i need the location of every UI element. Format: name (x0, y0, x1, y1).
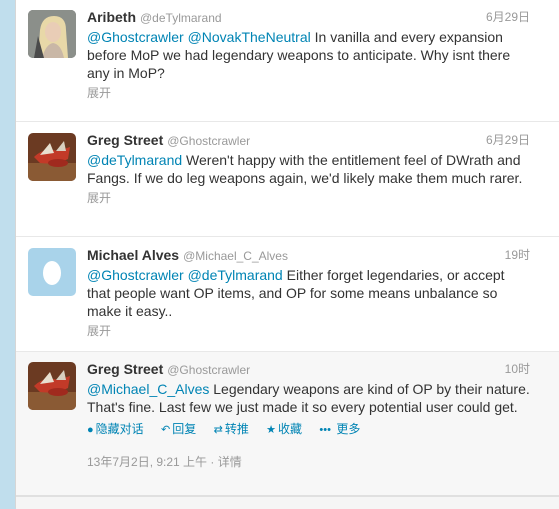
reply-button[interactable]: ↶ 回复 (161, 422, 196, 436)
username[interactable]: @Michael_C_Alves (183, 249, 288, 263)
avatar[interactable] (28, 133, 76, 181)
tweet-content: Michael Alves @Michael_C_Alves 19时 @Ghost… (87, 245, 530, 339)
retweet-icon: ⇄ (213, 424, 223, 436)
favorite-label: 收藏 (278, 422, 303, 436)
expand-link[interactable]: 展开 (87, 189, 530, 206)
timestamp[interactable]: 6月29日 (486, 130, 530, 150)
tweet-header: Michael Alves @Michael_C_Alves 19时 (87, 245, 530, 265)
star-icon: ★ (266, 424, 277, 436)
mention-link[interactable]: @NovakTheNeutral (188, 29, 311, 45)
speech-bubble-icon: ● (87, 424, 94, 436)
tweet-text: @deTylmarand Weren't happy with the enti… (87, 151, 530, 187)
more-label: 更多 (336, 422, 361, 436)
tweet-date-details[interactable]: 13年7月2日, 9:21 上午 · 详情 (87, 455, 242, 469)
reply-label: 回复 (172, 422, 197, 436)
tweet-item[interactable]: Greg Street @Ghostcrawler 10时 @Michael_C_… (16, 352, 559, 496)
tweet-item[interactable]: Aribeth @deTylmarand 6月29日 @Ghostcrawler … (16, 0, 559, 122)
username[interactable]: @Ghostcrawler (167, 134, 250, 148)
tweet-header: Greg Street @Ghostcrawler 10时 (87, 359, 530, 379)
tweet-actions: ● 隐藏对话 ↶ 回复 ⇄ 转推 ★ 收藏 ••• 更多 (87, 421, 530, 437)
tweet-meta: 13年7月2日, 9:21 上午 · 详情 (87, 453, 530, 470)
retweet-label: 转推 (224, 422, 249, 436)
expand-link[interactable]: 展开 (87, 322, 530, 339)
username[interactable]: @deTylmarand (140, 11, 222, 25)
fullname[interactable]: Greg Street (87, 361, 163, 377)
tweet-text: @Michael_C_Alves Legendary weapons are k… (87, 380, 530, 416)
reply-icon: ↶ (161, 424, 171, 436)
tweet-header: Greg Street @Ghostcrawler 6月29日 (87, 130, 530, 150)
tweet-content: Greg Street @Ghostcrawler 6月29日 @deTylmar… (87, 130, 530, 206)
tweet-content: Aribeth @deTylmarand 6月29日 @Ghostcrawler … (87, 7, 530, 101)
timeline: Aribeth @deTylmarand 6月29日 @Ghostcrawler … (15, 0, 559, 509)
tweet-item[interactable]: Greg Street @Ghostcrawler 6月29日 @deTylmar… (16, 123, 559, 237)
expand-link[interactable]: 展开 (87, 84, 530, 101)
tweet-content: Greg Street @Ghostcrawler 10时 @Michael_C_… (87, 359, 530, 470)
mention-link[interactable]: @Ghostcrawler (87, 29, 184, 45)
hide-conversation-label: 隐藏对话 (95, 422, 144, 436)
avatar[interactable] (28, 10, 76, 58)
fullname[interactable]: Greg Street (87, 132, 163, 148)
hide-conversation-button[interactable]: ● 隐藏对话 (87, 422, 144, 436)
favorite-button[interactable]: ★ 收藏 (266, 422, 302, 436)
fullname[interactable]: Michael Alves (87, 247, 179, 263)
next-tweet-edge (16, 496, 559, 509)
timestamp[interactable]: 6月29日 (486, 7, 530, 27)
mention-link[interactable]: @Michael_C_Alves (87, 381, 209, 397)
more-icon: ••• (319, 424, 331, 436)
avatar[interactable] (28, 362, 76, 410)
timestamp[interactable]: 19时 (505, 245, 530, 265)
timestamp[interactable]: 10时 (505, 359, 530, 379)
egg-icon (43, 261, 61, 285)
username[interactable]: @Ghostcrawler (167, 363, 250, 377)
more-button[interactable]: ••• 更多 (319, 422, 360, 436)
tweet-text: @Ghostcrawler @NovakTheNeutral In vanill… (87, 28, 530, 82)
mention-link[interactable]: @deTylmarand (87, 152, 182, 168)
tweet-item[interactable]: Michael Alves @Michael_C_Alves 19时 @Ghost… (16, 238, 559, 352)
mention-link[interactable]: @deTylmarand (188, 267, 283, 283)
retweet-button[interactable]: ⇄ 转推 (214, 422, 249, 436)
mention-link[interactable]: @Ghostcrawler (87, 267, 184, 283)
fullname[interactable]: Aribeth (87, 9, 136, 25)
tweet-header: Aribeth @deTylmarand 6月29日 (87, 7, 530, 27)
tweet-text: @Ghostcrawler @deTylmarand Either forget… (87, 266, 530, 320)
avatar[interactable] (28, 248, 76, 296)
